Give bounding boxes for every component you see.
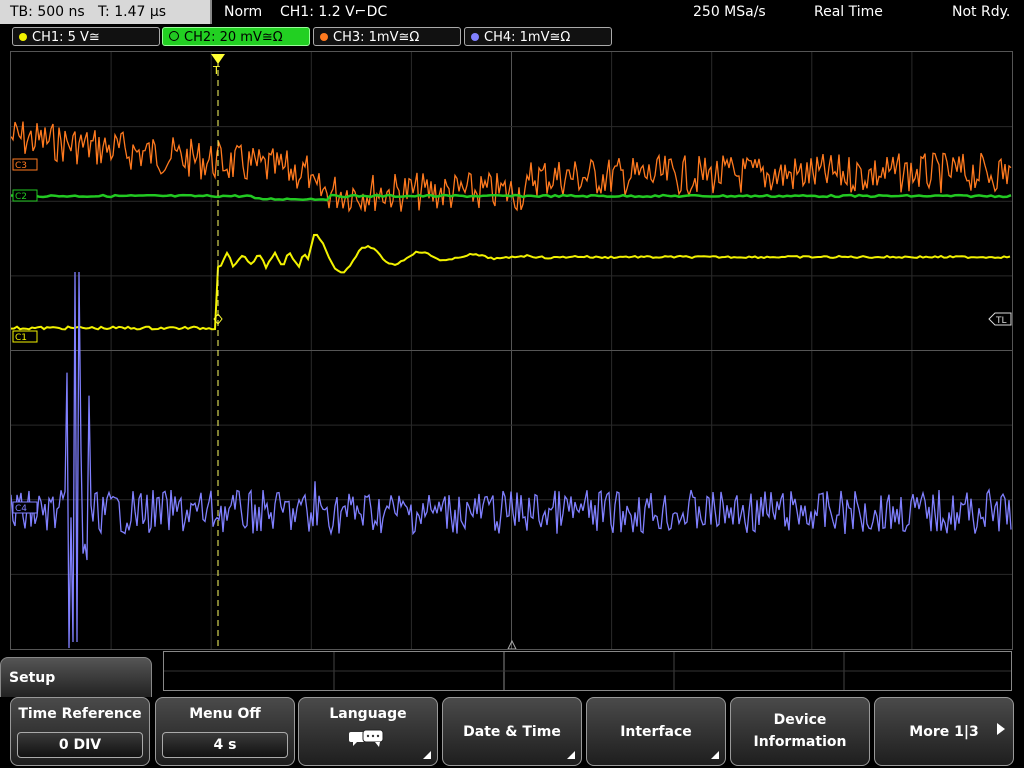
ch3-color-dot bbox=[320, 33, 328, 41]
ch1-label: CH1: 5 V≅ bbox=[32, 30, 100, 45]
ch1-waveform bbox=[10, 233, 1011, 331]
channel-tab-ch4[interactable]: CH4: 1mV≅Ω bbox=[464, 27, 612, 46]
ch3-marker-label: C3 bbox=[15, 161, 27, 171]
ch2-label: CH2: 20 mV≅Ω bbox=[184, 30, 283, 45]
submenu-indicator-icon bbox=[423, 751, 431, 759]
device-information-label-1: Device bbox=[773, 712, 827, 728]
graticule-grid bbox=[11, 52, 1012, 649]
trigger-source-level: CH1: 1.2 V bbox=[280, 4, 355, 20]
ch4-label: CH4: 1mV≅Ω bbox=[484, 30, 571, 45]
ch1-color-dot bbox=[19, 33, 27, 41]
sample-rate: 250 MSa/s bbox=[693, 4, 766, 20]
waveform-canvas: T C3 C2 C1 C4 TL bbox=[10, 52, 1012, 650]
submenu-indicator-icon bbox=[711, 751, 719, 759]
menu-title-tab: Setup bbox=[0, 657, 152, 697]
interface-button[interactable]: Interface bbox=[586, 697, 726, 766]
ch2-marker-label: C2 bbox=[15, 192, 27, 202]
next-page-icon bbox=[997, 723, 1005, 735]
trigger-level-marker[interactable]: TL bbox=[988, 312, 1012, 326]
time-reference-button[interactable]: Time Reference 0 DIV bbox=[10, 697, 150, 766]
ch3-ground-marker[interactable]: C3 bbox=[12, 158, 38, 171]
ch4-marker-label: C4 bbox=[15, 504, 27, 514]
trigger-mode[interactable]: Norm bbox=[224, 0, 262, 25]
menu-off-value: 4 s bbox=[162, 732, 288, 758]
channel-tab-ch1[interactable]: CH1: 5 V≅ bbox=[12, 27, 160, 46]
ch3-label: CH3: 1mV≅Ω bbox=[333, 30, 420, 45]
trigger-pos-label: T bbox=[212, 64, 220, 77]
waveform-display[interactable]: T C3 C2 C1 C4 TL bbox=[10, 51, 1013, 650]
ch1-ground-marker[interactable]: C1 bbox=[12, 330, 38, 343]
menu-off-label: Menu Off bbox=[189, 706, 261, 722]
ch4-color-dot bbox=[471, 33, 479, 41]
device-information-label-2: Information bbox=[753, 734, 847, 750]
channel-tab-ch3[interactable]: CH3: 1mV≅Ω bbox=[313, 27, 461, 46]
time-reference-label: Time Reference bbox=[18, 706, 142, 722]
rising-edge-icon: ⌐ bbox=[354, 4, 367, 20]
submenu-indicator-icon bbox=[567, 751, 575, 759]
more-button[interactable]: More 1|3 bbox=[874, 697, 1014, 766]
timebase-value: TB: 500 ns bbox=[10, 4, 85, 20]
channel-tab-ch2[interactable]: CH2: 20 mV≅Ω bbox=[162, 27, 310, 46]
date-time-label: Date & Time bbox=[463, 724, 561, 740]
trigger-info[interactable]: CH1: 1.2 V⌐DC bbox=[280, 0, 387, 25]
menu-off-button[interactable]: Menu Off 4 s bbox=[155, 697, 295, 766]
acquisition-state: Not Rdy. bbox=[952, 4, 1011, 20]
interface-label: Interface bbox=[620, 724, 692, 740]
zoom-overview-grid bbox=[164, 652, 1011, 690]
time-reference-value: 0 DIV bbox=[17, 732, 143, 758]
more-label: More 1|3 bbox=[909, 724, 979, 740]
zoom-overview-bar[interactable] bbox=[163, 651, 1012, 691]
trigger-coupling: DC bbox=[366, 4, 388, 20]
timebase-box[interactable]: TB: 500 ns T: 1.47 µs bbox=[0, 0, 212, 24]
ch4-ground-marker[interactable]: C4 bbox=[12, 501, 38, 514]
ch2-color-dot bbox=[169, 31, 179, 41]
speech-bubbles-icon bbox=[349, 729, 384, 747]
trigger-level-label: TL bbox=[995, 316, 1007, 326]
language-button[interactable]: Language bbox=[298, 697, 438, 766]
date-time-button[interactable]: Date & Time bbox=[442, 697, 582, 766]
trigger-time-value: T: 1.47 µs bbox=[98, 4, 167, 20]
language-label: Language bbox=[329, 706, 407, 722]
menu-title: Setup bbox=[9, 670, 56, 686]
ch1-marker-label: C1 bbox=[15, 333, 27, 343]
device-information-button[interactable]: Device Information bbox=[730, 697, 870, 766]
trigger-position-marker[interactable]: T bbox=[211, 54, 225, 77]
acquisition-mode[interactable]: Real Time bbox=[814, 0, 883, 25]
ch2-ground-marker[interactable]: C2 bbox=[12, 189, 38, 202]
